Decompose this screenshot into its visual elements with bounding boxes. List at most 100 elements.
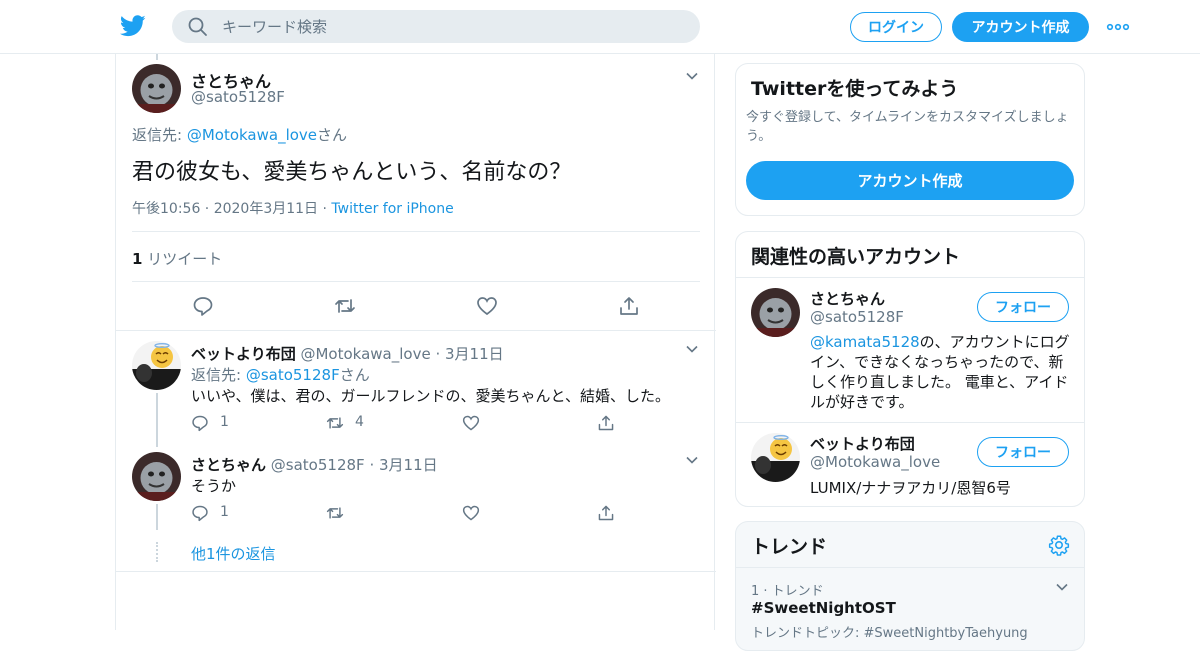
reply-context: 返信先: @sato5128Fさん	[191, 364, 370, 385]
avatar[interactable]	[751, 433, 800, 482]
reply-header: さとちゃん @sato5128F · 3月11日	[191, 454, 438, 475]
retweet-count: 1	[132, 250, 143, 268]
handle[interactable]: @Motokawa_love	[300, 345, 430, 363]
follow-button[interactable]: フォロー	[977, 437, 1069, 467]
handle[interactable]: @sato5128F	[810, 308, 904, 326]
reply-date[interactable]: · 3月11日	[435, 345, 503, 363]
reply-suffix: さん	[339, 366, 370, 384]
reply-prefix: 返信先:	[191, 366, 246, 384]
tweet-meta: 午後10:56 · 2020年3月11日 · Twitter for iPhon…	[132, 198, 454, 218]
avatar[interactable]	[751, 288, 800, 337]
bio-line: ルが好きです。	[810, 393, 914, 411]
tweet-text: そうか	[191, 477, 237, 495]
chevron-down-icon[interactable]	[1055, 580, 1069, 594]
twitter-logo-icon[interactable]	[120, 14, 146, 38]
reply-date[interactable]: · 3月11日	[369, 456, 437, 474]
display-name[interactable]: ベットより布団	[191, 345, 296, 363]
chevron-down-icon[interactable]	[685, 453, 699, 467]
divider	[736, 567, 1084, 568]
follow-button[interactable]: フォロー	[977, 292, 1069, 322]
chevron-down-icon[interactable]	[685, 342, 699, 356]
divider	[116, 330, 716, 331]
divider	[132, 281, 700, 282]
tweet-text: いいや、僕は、君の、ガールフレンドの、愛美ちゃんと、結婚、した。	[191, 387, 670, 405]
bio-text: の、アカウントにログ	[919, 333, 1070, 351]
avatar[interactable]	[132, 64, 181, 113]
thread-dots	[156, 542, 158, 562]
share-icon[interactable]	[597, 504, 615, 522]
signup-card-button[interactable]: アカウント作成	[746, 161, 1074, 200]
avatar-image	[132, 452, 181, 501]
reply-icon[interactable]	[191, 504, 209, 522]
like-icon[interactable]	[462, 504, 480, 522]
divider	[116, 571, 716, 572]
retweet-stat[interactable]: 1 リツイート	[132, 248, 222, 269]
avatar[interactable]	[132, 452, 181, 501]
source-link[interactable]: Twitter for iPhone	[331, 201, 453, 217]
bio-link[interactable]: @kamata5128	[810, 333, 920, 351]
share-icon[interactable]	[597, 414, 615, 432]
signup-card-description: 今すぐ登録して、タイムラインをカスタマイズしましょう。	[746, 110, 1069, 144]
retweet-icon[interactable]	[334, 295, 356, 317]
reply-to-link[interactable]: @sato5128F	[246, 366, 340, 384]
trend-topic: トレンドトピック: #SweetNightbyTaehyung	[751, 626, 1028, 641]
retweet-label: リツイート	[147, 250, 223, 268]
avatar[interactable]	[132, 341, 181, 390]
main-column: さとちゃん @sato5128F 返信先: @Motokawa_loveさん 君…	[115, 54, 716, 630]
thread-line	[156, 393, 158, 447]
account-bio: LUMIX/ナナヲアカリ/恩智6号	[810, 479, 1011, 497]
divider	[132, 231, 700, 232]
related-card-title: 関連性の高いアカウント	[751, 246, 961, 268]
thread-line	[156, 54, 158, 60]
display-name[interactable]: さとちゃん	[191, 456, 266, 474]
more-icon[interactable]	[1106, 18, 1130, 36]
account-bio: @kamata5128の、アカウントにログ イン、できなくなっちゃったので、新 …	[810, 332, 1070, 412]
search-icon	[188, 17, 207, 36]
handle[interactable]: @sato5128F	[271, 456, 365, 474]
trends-card: トレンド 1 · トレンド #SweetNightOST トレンドトピック: #…	[735, 521, 1085, 651]
more-replies-link[interactable]: 他1件の返信	[191, 543, 276, 564]
reply-prefix: 返信先:	[132, 126, 187, 144]
like-icon[interactable]	[476, 295, 498, 317]
bio-line: @kamata5128の、アカウントにログ	[810, 332, 1070, 352]
reply-suffix: さん	[317, 126, 348, 144]
reply-count: 1	[220, 504, 229, 520]
gear-icon[interactable]	[1048, 534, 1070, 556]
bio-line: イン、できなくなっちゃったので、新	[810, 353, 1064, 371]
handle[interactable]: @Motokawa_love	[810, 453, 940, 471]
divider	[736, 277, 1084, 278]
related-accounts-card: 関連性の高いアカウント さとちゃん @sato5128F フォロー @kamat…	[735, 231, 1085, 507]
signup-card: Twitterを使ってみよう 今すぐ登録して、タイムラインをカスタマイズしましょ…	[735, 63, 1085, 216]
share-icon[interactable]	[618, 295, 640, 317]
like-icon[interactable]	[462, 414, 480, 432]
bio-line: しく作り直しました。 電車と、アイド	[810, 373, 1069, 391]
timestamp[interactable]: 午後10:56 · 2020年3月11日	[132, 201, 318, 217]
avatar-image	[751, 288, 800, 337]
reply-to-link[interactable]: @Motokawa_love	[187, 126, 317, 144]
display-name[interactable]: ベットより布団	[810, 433, 915, 454]
retweet-count: 4	[355, 414, 364, 430]
avatar-image	[132, 64, 181, 113]
reply-header: ベットより布団 @Motokawa_love · 3月11日	[191, 343, 504, 364]
thread-line	[156, 504, 158, 530]
search-input[interactable]	[222, 10, 682, 43]
signup-card-title: Twitterを使ってみよう	[751, 78, 959, 100]
trend-name: #SweetNightOST	[751, 599, 896, 617]
chevron-down-icon[interactable]	[685, 69, 699, 83]
avatar-image	[751, 433, 800, 482]
trends-title: トレンド	[751, 536, 828, 558]
login-button[interactable]: ログイン	[850, 12, 942, 42]
search-bar	[172, 10, 700, 43]
top-bar: ログイン アカウント作成	[0, 0, 1200, 54]
avatar-image	[132, 341, 181, 390]
divider	[736, 422, 1084, 423]
retweet-icon[interactable]	[326, 504, 344, 522]
display-name[interactable]: さとちゃん	[810, 288, 885, 309]
meta-dot: ·	[318, 201, 332, 217]
reply-count: 1	[220, 414, 229, 430]
reply-icon[interactable]	[192, 295, 214, 317]
retweet-icon[interactable]	[326, 414, 344, 432]
reply-icon[interactable]	[191, 414, 209, 432]
handle[interactable]: @sato5128F	[191, 88, 285, 106]
signup-button[interactable]: アカウント作成	[952, 12, 1089, 42]
